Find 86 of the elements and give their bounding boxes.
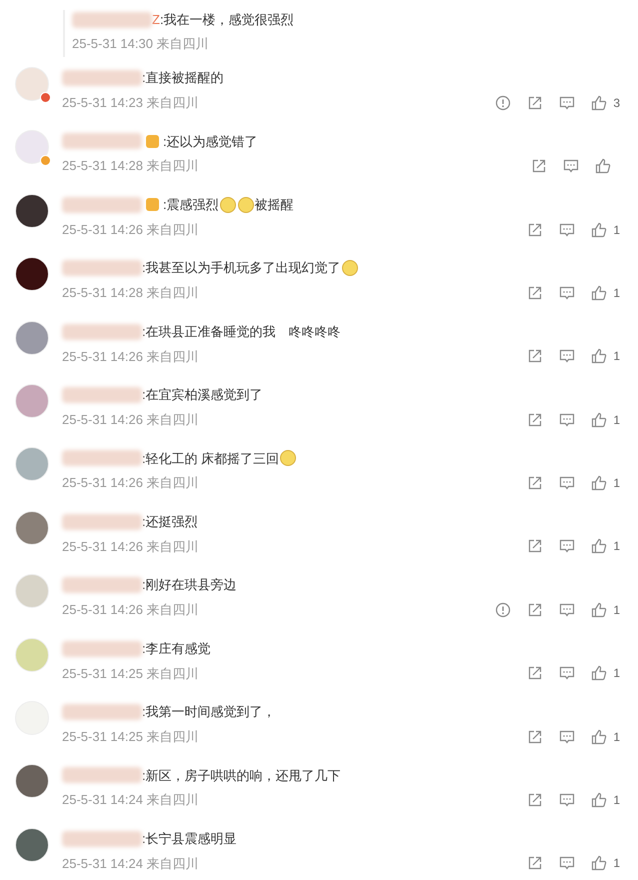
comment-date: 25-5-31 14:26 来自四川 bbox=[62, 410, 199, 429]
thumbs-up-icon[interactable] bbox=[591, 602, 608, 618]
like-count: 1 bbox=[613, 475, 620, 492]
comment-icon[interactable] bbox=[559, 412, 576, 428]
thumbs-up-icon[interactable] bbox=[591, 412, 608, 428]
comment-icon[interactable] bbox=[559, 855, 576, 872]
comment-date: 25-5-31 14:30 来自四川 bbox=[72, 34, 210, 52]
comment-text: :震感强烈 bbox=[163, 196, 219, 214]
comment-text: 被摇醒 bbox=[254, 196, 294, 214]
comment-text: :长宁县震感明显 bbox=[142, 830, 237, 848]
comment-text: :我在一楼，感觉很强烈 bbox=[160, 11, 294, 29]
comment-date: 25-5-31 14:24 来自四川 bbox=[62, 791, 199, 810]
comment-date: 25-5-31 14:24 来自四川 bbox=[62, 854, 199, 873]
comment-date: 25-5-31 14:26 来自四川 bbox=[62, 474, 199, 492]
like-count: 1 bbox=[613, 665, 620, 682]
like-count: 1 bbox=[613, 855, 620, 872]
comment-icon[interactable] bbox=[559, 602, 576, 618]
share-icon[interactable] bbox=[527, 538, 544, 554]
comment-icon[interactable] bbox=[559, 475, 576, 492]
thumbs-up-icon[interactable] bbox=[591, 348, 608, 364]
comment-icon[interactable] bbox=[559, 94, 576, 111]
like-count: 1 bbox=[613, 602, 620, 619]
avatar[interactable] bbox=[15, 257, 49, 292]
comment-text: :新区，房子哄哄的响，还甩了几下 bbox=[142, 766, 341, 785]
comment-icon[interactable] bbox=[559, 728, 576, 745]
report-icon[interactable] bbox=[495, 94, 512, 111]
thumbs-up-icon[interactable] bbox=[591, 475, 608, 492]
like-count: 1 bbox=[613, 412, 620, 429]
comment-icon[interactable] bbox=[559, 665, 576, 682]
comment-date: 25-5-31 14:28 来自四川 bbox=[62, 284, 199, 302]
share-icon[interactable] bbox=[527, 412, 544, 428]
like-count: 1 bbox=[613, 284, 620, 302]
thumbs-up-icon[interactable] bbox=[591, 728, 608, 745]
like-count: 1 bbox=[613, 348, 620, 366]
comment-date: 25-5-31 14:25 来自四川 bbox=[62, 728, 199, 746]
thumbs-up-icon[interactable] bbox=[591, 792, 608, 808]
thumbs-up-icon[interactable] bbox=[591, 284, 608, 301]
share-icon[interactable] bbox=[527, 222, 544, 238]
comment-text: :轻化工的 床都摇了三回 bbox=[142, 450, 280, 468]
comment-date: 25-5-31 14:26 来自四川 bbox=[62, 538, 199, 556]
thumbs-up-icon[interactable] bbox=[595, 158, 611, 174]
like-count: 1 bbox=[613, 728, 620, 746]
comment-icon[interactable] bbox=[559, 792, 576, 808]
report-icon[interactable] bbox=[495, 602, 512, 618]
share-icon[interactable] bbox=[531, 158, 547, 174]
comment-text: :在宜宾柏溪感觉到了 bbox=[142, 386, 263, 404]
share-icon[interactable] bbox=[527, 665, 544, 682]
comment-date: 25-5-31 14:23 来自四川 bbox=[62, 94, 199, 112]
like-count: 1 bbox=[613, 538, 620, 556]
thumbs-up-icon[interactable] bbox=[591, 538, 608, 554]
thumbs-up-icon[interactable] bbox=[591, 665, 608, 682]
comment-icon[interactable] bbox=[559, 538, 576, 554]
share-icon[interactable] bbox=[527, 284, 544, 301]
share-icon[interactable] bbox=[527, 602, 544, 618]
like-count: 1 bbox=[613, 222, 620, 239]
comment-date: 25-5-31 14:26 来自四川 bbox=[62, 601, 199, 620]
comment-icon[interactable] bbox=[559, 222, 576, 238]
share-icon[interactable] bbox=[527, 792, 544, 808]
avatar[interactable] bbox=[15, 194, 49, 228]
comment-text: :还以为感觉错了 bbox=[163, 132, 258, 151]
thumbs-up-icon[interactable] bbox=[591, 855, 608, 872]
comment-date: 25-5-31 14:28 来自四川 bbox=[62, 157, 199, 176]
comment-text: :直接被摇醒的 bbox=[142, 69, 224, 88]
comment-date: 25-5-31 14:25 来自四川 bbox=[62, 664, 199, 683]
comment-text: :我甚至以为手机玩多了出现幻觉了 bbox=[142, 259, 341, 278]
like-count: 3 bbox=[613, 94, 620, 112]
comment-text: :刚好在珙县旁边 bbox=[142, 576, 237, 594]
share-icon[interactable] bbox=[527, 348, 544, 364]
comment-text: :我第一时间感觉到了， bbox=[142, 703, 276, 722]
comment-icon[interactable] bbox=[559, 348, 576, 364]
thumbs-up-icon[interactable] bbox=[591, 94, 608, 111]
comment-text: :还挺强烈 bbox=[142, 512, 198, 531]
share-icon[interactable] bbox=[527, 728, 544, 745]
comment-text: :在珙县正准备睡觉的我 咚咚咚咚 bbox=[142, 322, 341, 341]
avatar[interactable] bbox=[15, 828, 49, 862]
share-icon[interactable] bbox=[527, 855, 544, 872]
share-icon[interactable] bbox=[527, 94, 544, 111]
like-count: 1 bbox=[613, 792, 620, 810]
comment-date: 25-5-31 14:26 来自四川 bbox=[62, 348, 199, 366]
thumbs-up-icon[interactable] bbox=[591, 222, 608, 238]
comment-date: 25-5-31 14:26 来自四川 bbox=[62, 220, 199, 239]
comment-icon[interactable] bbox=[563, 158, 579, 174]
username[interactable]: Z bbox=[152, 10, 160, 30]
comment-text: :李庄有感觉 bbox=[142, 640, 211, 658]
share-icon[interactable] bbox=[527, 475, 544, 492]
comment-icon[interactable] bbox=[559, 284, 576, 301]
